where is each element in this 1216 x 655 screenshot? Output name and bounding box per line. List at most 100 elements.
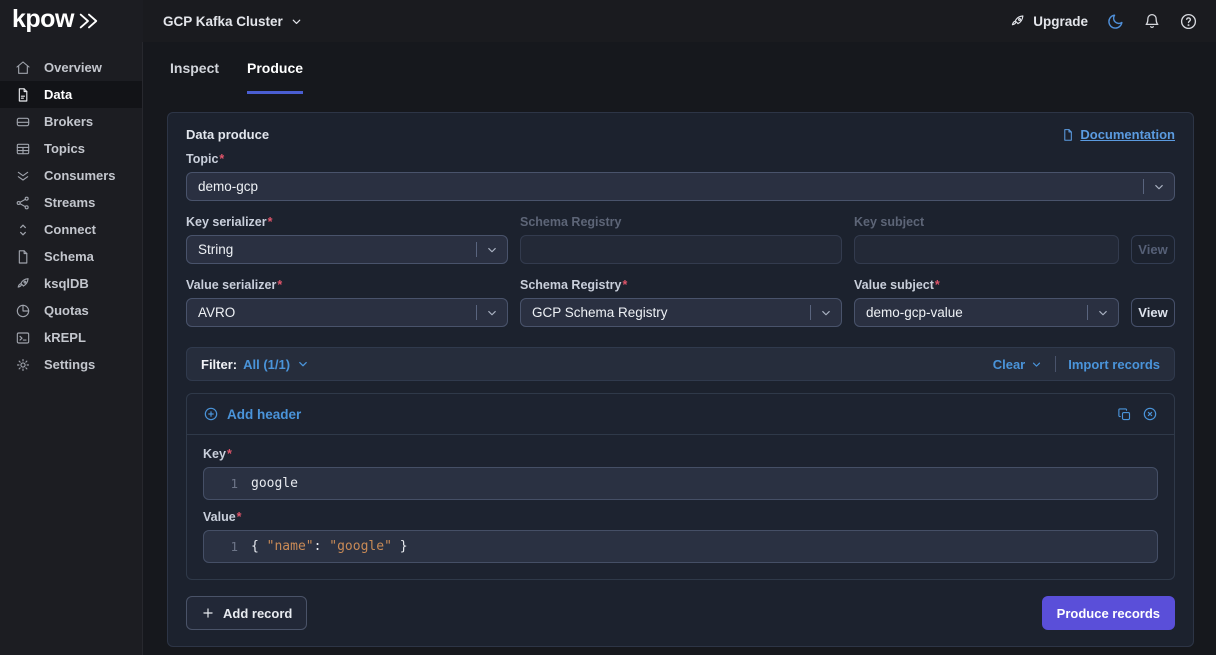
chevron-down-icon [810, 299, 841, 326]
upgrade-label: Upgrade [1033, 14, 1088, 29]
sidebar-item-schema[interactable]: Schema [0, 243, 142, 270]
add-header-button[interactable]: Add header [203, 406, 301, 422]
upgrade-button[interactable]: Upgrade [1009, 13, 1088, 30]
topic-select[interactable]: demo-gcp [186, 172, 1175, 201]
clear-button[interactable]: Clear [993, 357, 1044, 372]
key-subject-field: Key subject [854, 215, 1119, 264]
duplicate-record-icon[interactable] [1117, 407, 1132, 422]
theme-toggle-moon-icon[interactable] [1106, 12, 1125, 31]
filter-label: Filter: [201, 357, 237, 372]
gear-icon [15, 357, 31, 373]
chevron-down-icon [476, 236, 507, 263]
record-value-label: Value* [203, 510, 1158, 524]
chevron-down-icon [1030, 358, 1043, 371]
record-key-editor[interactable]: 1 google [203, 467, 1158, 500]
data-produce-panel: Data produce Documentation Topic* demo-g… [167, 112, 1194, 647]
file-text-icon [15, 87, 31, 103]
record-toolbar: Add header [187, 394, 1174, 434]
value-serializer-select[interactable]: AVRO [186, 298, 508, 327]
sidebar-item-krepl[interactable]: kREPL [0, 324, 142, 351]
documentation-link[interactable]: Documentation [1061, 127, 1175, 142]
sidebar-item-consumers[interactable]: Consumers [0, 162, 142, 189]
topbar-actions: Upgrade [1009, 12, 1198, 31]
record-body: Key* 1 google Value* [187, 435, 1174, 579]
rocket-icon [15, 276, 31, 292]
produce-records-button[interactable]: Produce records [1042, 596, 1175, 630]
kpow-logo-text: kpow [12, 7, 74, 35]
sidebar-item-label: Overview [44, 60, 102, 75]
value-schema-registry-field: Schema Registry* GCP Schema Registry [520, 278, 842, 327]
sidebar-item-label: Consumers [44, 168, 116, 183]
add-record-button[interactable]: Add record [186, 596, 307, 630]
sidebar-item-label: Data [44, 87, 72, 102]
value-schema-registry-select[interactable]: GCP Schema Registry [520, 298, 842, 327]
clear-label: Clear [993, 357, 1026, 372]
table-icon [15, 141, 31, 157]
sidebar-item-quotas[interactable]: Quotas [0, 297, 142, 324]
import-records-button[interactable]: Import records [1068, 357, 1160, 372]
key-subject-label: Key subject [854, 215, 1119, 229]
chevron-down-icon [1087, 299, 1118, 326]
filter-dropdown[interactable]: Filter: All (1/1) [201, 357, 310, 372]
value-subject-view-button[interactable]: View [1131, 298, 1175, 327]
key-serializer-label: Key serializer* [186, 215, 508, 229]
key-serializer-field: Key serializer* String [186, 215, 508, 264]
sidebar-item-data[interactable]: Data [0, 81, 142, 108]
main-content: Inspect Produce Data produce Documentati… [143, 42, 1216, 655]
topbar: kpow GCP Kafka Cluster Upgrade [0, 0, 1216, 42]
server-icon [15, 114, 31, 130]
key-serializer-select[interactable]: String [186, 235, 508, 264]
help-icon[interactable] [1179, 12, 1198, 31]
sidebar-item-label: Schema [44, 249, 94, 264]
required-marker: * [268, 215, 273, 229]
sidebar-item-label: Topics [44, 141, 85, 156]
sidebar-item-label: Streams [44, 195, 95, 210]
required-marker: * [622, 278, 627, 292]
sidebar-item-settings[interactable]: Settings [0, 351, 142, 378]
sidebar-item-connect[interactable]: Connect [0, 216, 142, 243]
line-number: 1 [204, 539, 238, 554]
remove-record-icon[interactable] [1142, 406, 1158, 422]
key-subject-input [854, 235, 1119, 264]
document-icon [1061, 128, 1075, 142]
record-value-editor[interactable]: 1 { "name": "google" } [203, 530, 1158, 563]
value-subject-select[interactable]: demo-gcp-value [854, 298, 1119, 327]
sidebar-item-streams[interactable]: Streams [0, 189, 142, 216]
chevron-down-icon [1143, 173, 1174, 200]
topbar-main: GCP Kafka Cluster Upgrade [143, 0, 1216, 42]
value-schema-registry-label: Schema Registry* [520, 278, 842, 292]
record-value-field: Value* 1 { "name": "google" } [203, 510, 1158, 563]
cluster-selector-label: GCP Kafka Cluster [163, 14, 283, 29]
panel-footer: Add record Produce records [186, 596, 1175, 630]
topic-select-value: demo-gcp [198, 179, 258, 194]
tab-inspect[interactable]: Inspect [170, 60, 219, 94]
kpow-logo[interactable]: kpow [0, 7, 143, 35]
record-key-field: Key* 1 google [203, 447, 1158, 500]
key-serializer-row: Key serializer* String Schema Registry [186, 215, 1175, 264]
record-value-code: { "name": "google" } [238, 539, 408, 554]
chevron-down-icon [296, 357, 310, 371]
cluster-selector[interactable]: GCP Kafka Cluster [161, 14, 303, 29]
sidebar-item-overview[interactable]: Overview [0, 54, 142, 81]
chevron-down-icon [476, 299, 507, 326]
home-icon [15, 60, 31, 76]
value-subject-value: demo-gcp-value [866, 305, 963, 320]
filter-actions: Clear Import records [993, 356, 1160, 372]
kpow-logo-chevrons-icon [76, 10, 100, 32]
value-serializer-label: Value serializer* [186, 278, 508, 292]
rocket-icon [1009, 13, 1026, 30]
sidebar-item-topics[interactable]: Topics [0, 135, 142, 162]
value-subject-field: Value subject* demo-gcp-value [854, 278, 1119, 327]
plus-circle-icon [203, 406, 219, 422]
filter-value: All (1/1) [243, 357, 290, 372]
chevron-down-icon [290, 15, 303, 28]
filter-bar: Filter: All (1/1) Clear Import records [186, 347, 1175, 381]
file-icon [15, 249, 31, 265]
app-root: kpow GCP Kafka Cluster Upgrade [0, 0, 1216, 655]
sidebar-item-ksqldb[interactable]: ksqlDB [0, 270, 142, 297]
key-serializer-value: String [198, 242, 233, 257]
tab-produce[interactable]: Produce [247, 60, 303, 94]
notifications-bell-icon[interactable] [1143, 12, 1161, 30]
key-schema-registry-field: Schema Registry [520, 215, 842, 264]
sidebar-item-brokers[interactable]: Brokers [0, 108, 142, 135]
